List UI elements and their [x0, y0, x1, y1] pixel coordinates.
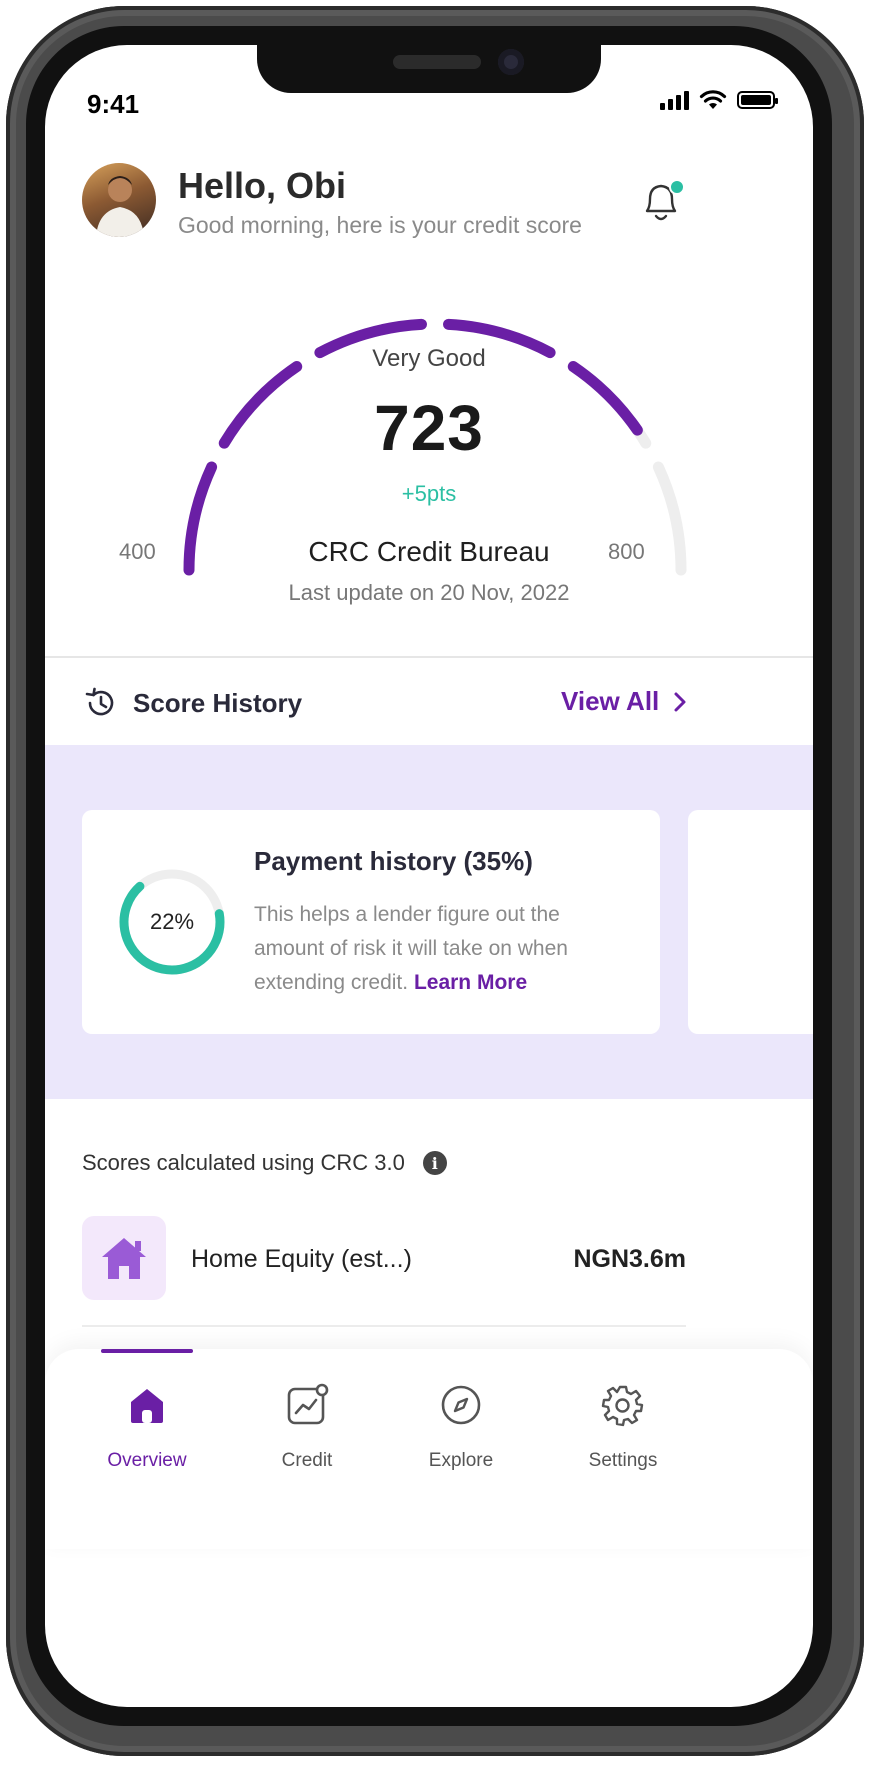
avatar[interactable] [82, 163, 156, 237]
score-history-title: Score History [133, 688, 303, 718]
card-body: This helps a lender figure out the amoun… [254, 898, 634, 1000]
learn-more-link[interactable]: Learn More [414, 971, 527, 994]
progress-ring-label: 22% [149, 909, 195, 934]
chart-icon [287, 1383, 329, 1425]
app-screen: 9:41 Hello, Obi Good morning, here is yo… [45, 45, 813, 1707]
score-rating: Very Good [372, 345, 486, 372]
speaker [393, 55, 481, 69]
status-time: 9:41 [87, 89, 140, 119]
house-icon [102, 1238, 146, 1279]
payment-history-card[interactable]: 22% Payment history (35%) This helps a l… [82, 810, 660, 1034]
score-value: 723 [374, 392, 484, 464]
tab-explore[interactable]: Explore [391, 1383, 531, 1472]
gear-icon [601, 1385, 644, 1427]
tab-label: Settings [588, 1450, 658, 1471]
avatar-image [96, 176, 144, 237]
notification-bell-icon[interactable] [639, 177, 687, 229]
tab-settings[interactable]: Settings [553, 1383, 693, 1472]
tab-overview[interactable]: Overview [77, 1383, 217, 1472]
home-equity-label: Home Equity (est...) [191, 1245, 412, 1273]
home-icon [131, 1389, 163, 1423]
tab-label: Overview [107, 1450, 187, 1471]
card-title: Payment history (35%) [254, 846, 533, 876]
info-icon[interactable]: i [422, 1151, 447, 1175]
next-factor-card[interactable] [688, 810, 813, 1034]
row-divider [82, 1325, 686, 1327]
chevron-right-icon [674, 692, 686, 711]
front-camera [498, 49, 524, 75]
tab-label: Credit [281, 1450, 333, 1471]
signal-icon [660, 90, 689, 110]
home-equity-value: NGN3.6m [573, 1245, 686, 1273]
calc-note-text: Scores calculated using CRC 3.0 [82, 1150, 405, 1175]
calc-note: Scores calculated using CRC 3.0 i [82, 1150, 447, 1176]
greeting-subtitle: Good morning, here is your credit score [178, 212, 582, 238]
gauge-max-label: 800 [608, 539, 645, 564]
tab-label: Explore [428, 1450, 494, 1471]
battery-icon [737, 91, 778, 109]
score-change: +5pts [401, 481, 457, 506]
history-icon [85, 687, 114, 716]
gauge-min-label: 400 [119, 539, 156, 564]
view-all-label: View All [561, 686, 660, 716]
section-divider [45, 656, 813, 658]
greeting-title: Hello, Obi [178, 165, 347, 206]
equity-icon-tile [82, 1216, 166, 1300]
compass-icon [441, 1385, 481, 1425]
active-tab-indicator [101, 1349, 193, 1353]
notch [257, 45, 601, 93]
status-icons [660, 89, 778, 111]
view-all-link[interactable]: View All [561, 686, 687, 717]
wifi-icon [699, 90, 727, 109]
last-update: Last update on 20 Nov, 2022 [288, 580, 570, 605]
bureau-name: CRC Credit Bureau [308, 536, 550, 567]
bottom-tab-bar: Overview Credit Explore Settings [45, 1349, 813, 1549]
tab-credit[interactable]: Credit [237, 1383, 377, 1472]
